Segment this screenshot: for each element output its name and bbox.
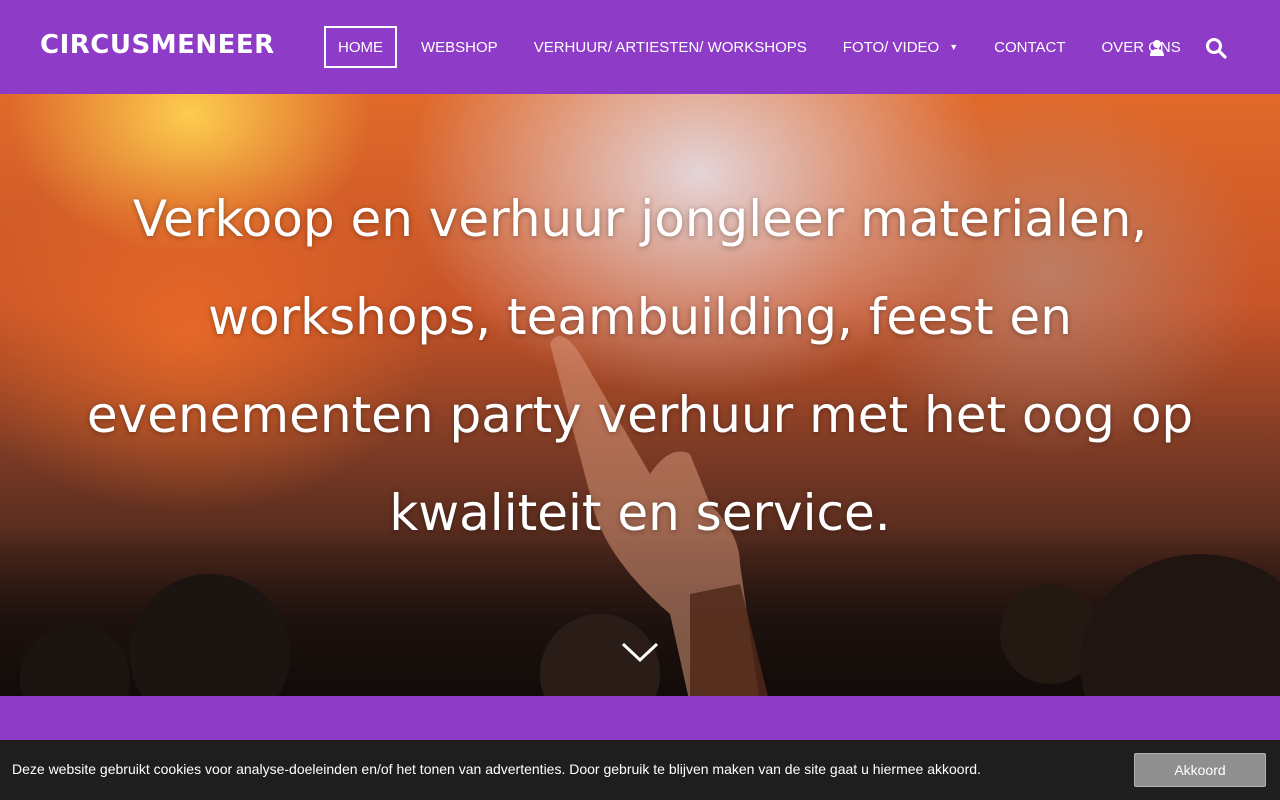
nav-item-home[interactable]: HOME	[324, 26, 397, 68]
main-nav: HOME WEBSHOP VERHUUR/ ARTIESTEN/ WORKSHO…	[324, 26, 1181, 68]
chevron-down-icon[interactable]	[620, 640, 660, 664]
nav-item-webshop[interactable]: WEBSHOP	[421, 26, 498, 68]
nav-item-label: WEBSHOP	[421, 38, 498, 56]
accept-cookies-button[interactable]: Akkoord	[1134, 753, 1266, 787]
site-logo[interactable]: CIRCUSMENEER	[40, 30, 275, 60]
site-header: CIRCUSMENEER HOME WEBSHOP VERHUUR/ ARTIE…	[0, 0, 1280, 94]
nav-item-contact[interactable]: CONTACT	[994, 26, 1065, 68]
cookie-message: Deze website gebruikt cookies voor analy…	[12, 761, 981, 777]
caret-down-icon: ▼	[949, 42, 959, 52]
hero-banner: Verkoop en verhuur jongleer materialen, …	[0, 94, 1280, 696]
nav-item-verhuur[interactable]: VERHUUR/ ARTIESTEN/ WORKSHOPS	[534, 26, 807, 68]
cookie-bar: Deze website gebruikt cookies voor analy…	[0, 740, 1280, 800]
user-icon[interactable]	[1145, 36, 1169, 60]
nav-item-foto-video[interactable]: FOTO/ VIDEO ▼	[843, 26, 958, 68]
search-icon[interactable]	[1204, 36, 1228, 60]
nav-item-label: CONTACT	[994, 38, 1066, 56]
purple-section	[0, 696, 1280, 740]
hero-title: Verkoop en verhuur jongleer materialen, …	[86, 190, 1194, 542]
nav-item-label: VERHUUR/ ARTIESTEN/ WORKSHOPS	[533, 38, 807, 56]
nav-item-label: HOME	[338, 38, 383, 56]
nav-item-label: FOTO/ VIDEO	[842, 38, 940, 56]
